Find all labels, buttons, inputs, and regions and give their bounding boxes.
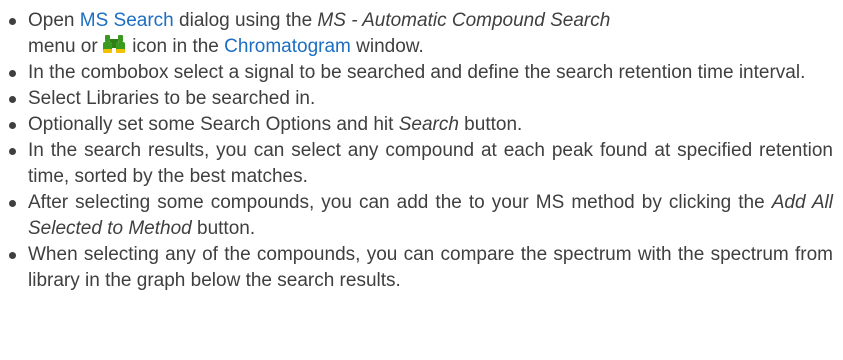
step-text: window. [350, 36, 424, 57]
steps-list: Open MS Search dialog using the MS - Aut… [0, 0, 843, 294]
list-item: In the search results, you can select an… [9, 138, 833, 190]
step-text: In the search results, you can select an… [28, 140, 833, 187]
list-item: After selecting some compounds, you can … [9, 190, 833, 242]
list-item: Optionally set some Search Options and h… [9, 112, 833, 138]
list-item: When selecting any of the compounds, you… [9, 242, 833, 294]
search-button-name: Search [398, 114, 459, 135]
list-item: Select Libraries to be searched in. [9, 86, 833, 112]
list-item: In the combobox select a signal to be se… [9, 60, 833, 86]
step-text: menu or [28, 36, 103, 57]
step-text: Select Libraries to be searched in. [28, 88, 316, 109]
step-text: In the combobox select a signal to be se… [28, 62, 806, 83]
step-text: Optionally set some Search Options and h… [28, 114, 399, 135]
binoculars-icon [102, 34, 125, 54]
ms-search-link[interactable]: MS Search [80, 10, 174, 31]
step-text: button. [191, 218, 256, 239]
step-text: button. [458, 114, 523, 135]
step-text: Open [28, 10, 80, 31]
step-text: When selecting any of the compounds, you… [28, 244, 833, 291]
help-document: Open MS Search dialog using the MS - Aut… [0, 0, 843, 360]
menu-name: MS - Automatic Compound Search [317, 10, 611, 31]
list-item: Open MS Search dialog using the MS - Aut… [9, 8, 833, 60]
step-text: icon in the [126, 36, 225, 57]
step-text: dialog using the [173, 10, 318, 31]
chromatogram-link[interactable]: Chromatogram [224, 36, 351, 57]
step-text: After selecting some compounds, you can … [28, 192, 772, 213]
